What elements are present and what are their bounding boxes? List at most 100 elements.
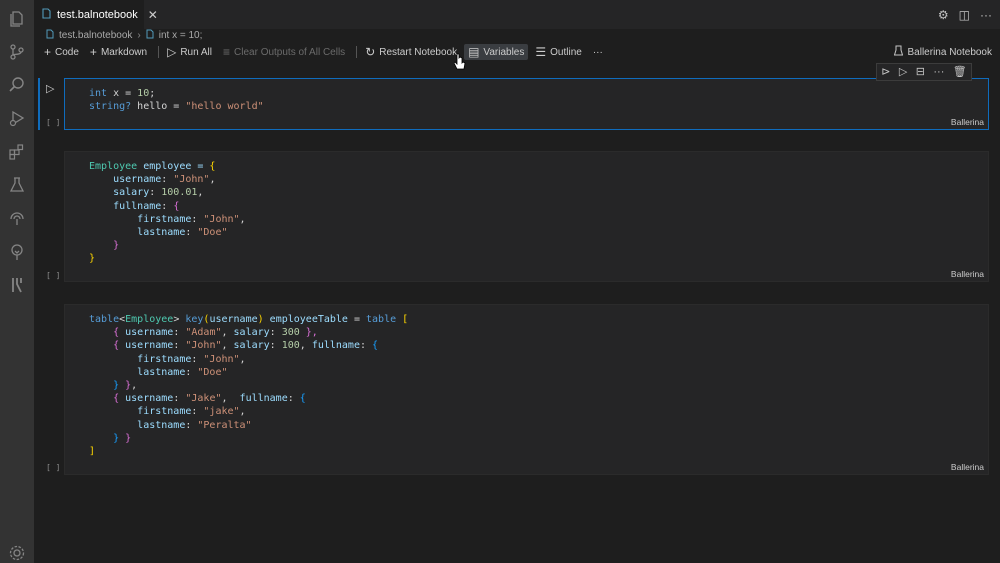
- clear-all-icon: ≡: [223, 45, 231, 59]
- split-editor-icon[interactable]: ◫: [959, 8, 970, 22]
- tree-icon[interactable]: [0, 237, 34, 267]
- breadcrumb-file[interactable]: test.balnotebook: [59, 30, 132, 41]
- editor-actions: ⚙ ◫ ···: [938, 0, 992, 29]
- execute-below-icon[interactable]: ▷: [899, 66, 907, 78]
- code-token: "hello world": [185, 101, 264, 113]
- code-token: :: [149, 187, 162, 199]
- run-cell-icon[interactable]: ▷: [46, 82, 54, 95]
- notebook-toolbar: + Code + Markdown ▷ Run All ≡ Clear Outp…: [34, 42, 1000, 62]
- gear-icon[interactable]: ⚙: [938, 8, 949, 22]
- variables-button[interactable]: ▤ Variables: [464, 44, 529, 60]
- code-token: username: [125, 340, 174, 352]
- code-token: :: [287, 393, 300, 405]
- code-token: }: [125, 432, 132, 444]
- run-debug-icon[interactable]: [0, 103, 34, 133]
- code-token: "John": [203, 213, 240, 225]
- execution-count: [ ]: [46, 463, 61, 472]
- code-token: fullname: [311, 340, 360, 352]
- source-control-icon[interactable]: [0, 37, 34, 67]
- code-token: :: [191, 213, 204, 225]
- plus-icon: +: [89, 45, 97, 59]
- code-token: salary: [233, 340, 270, 352]
- execution-count: [ ]: [46, 118, 61, 127]
- kernel-label: Ballerina Notebook: [907, 46, 993, 58]
- code-token: :: [191, 406, 204, 418]
- cell-language-label[interactable]: Ballerina: [951, 269, 984, 279]
- code-token: firstname: [137, 353, 192, 365]
- code-token: :: [173, 340, 186, 352]
- code-token: table: [366, 314, 397, 325]
- extensions-icon[interactable]: [0, 137, 34, 167]
- add-markdown-cell-button[interactable]: + Markdown: [86, 44, 151, 60]
- search-icon[interactable]: [0, 70, 34, 100]
- editor-tab-bar: test.balnotebook ✕ ⚙ ◫ ···: [34, 0, 1000, 29]
- more-toolbar-button[interactable]: ···: [589, 45, 607, 60]
- breadcrumb: test.balnotebook › int x = 10;: [34, 29, 1000, 42]
- kernel-picker[interactable]: Ballerina Notebook: [893, 42, 993, 62]
- restart-label: Restart Notebook: [379, 46, 458, 58]
- code-token: table: [89, 314, 120, 325]
- code-token: ;: [149, 88, 156, 99]
- more-actions-icon[interactable]: ···: [980, 8, 992, 22]
- code-token: ): [257, 314, 270, 325]
- code-cell-3[interactable]: table<Employee> key(username) employeeTa…: [64, 304, 989, 475]
- restart-icon: ↻: [365, 45, 376, 59]
- ballerina-icon[interactable]: [0, 270, 34, 300]
- more-icon[interactable]: ···: [933, 66, 944, 78]
- close-icon[interactable]: ✕: [148, 8, 158, 22]
- testing-icon[interactable]: [0, 170, 34, 200]
- add-code-cell-button[interactable]: + Code: [40, 44, 83, 60]
- settings-gear-icon[interactable]: [0, 538, 34, 563]
- more-icon: ···: [592, 46, 603, 58]
- code-token: :: [161, 200, 174, 212]
- breadcrumb-cell[interactable]: int x = 10;: [159, 30, 203, 41]
- variables-icon: ▤: [468, 45, 480, 59]
- code-token: 100.01: [161, 187, 198, 199]
- code-token: fullname: [239, 393, 288, 405]
- cell-language-label[interactable]: Ballerina: [951, 117, 984, 127]
- explorer-icon[interactable]: [0, 4, 34, 34]
- code-token: >: [173, 314, 186, 325]
- code-token: },: [299, 327, 318, 339]
- restart-notebook-button[interactable]: ↻ Restart Notebook: [361, 44, 461, 60]
- code-token: firstname: [137, 213, 192, 225]
- code-token: {: [113, 340, 126, 352]
- cell-editor[interactable]: Employee employee = { username: "John", …: [65, 152, 988, 266]
- code-token: firstname: [137, 406, 192, 418]
- toolbar-divider: [158, 46, 160, 58]
- file-icon: [146, 29, 154, 42]
- run-all-label: Run All: [180, 46, 212, 58]
- code-token: lastname: [137, 227, 186, 239]
- code-token: }: [113, 432, 126, 444]
- cell-editor[interactable]: table<Employee> key(username) employeeTa…: [65, 305, 988, 458]
- code-cell-1[interactable]: int x = 10; string? hello = "hello world…: [64, 78, 989, 130]
- split-cell-icon[interactable]: ⊟: [916, 66, 925, 78]
- code-token: {: [299, 393, 306, 405]
- clear-outputs-label: Clear Outputs of All Cells: [234, 46, 346, 58]
- code-token: salary: [233, 327, 270, 339]
- code-token: x =: [107, 88, 138, 99]
- execution-count: [ ]: [46, 271, 61, 280]
- code-token: =: [347, 314, 367, 325]
- code-token: [: [396, 314, 409, 325]
- cell-focus-indicator: [38, 78, 40, 130]
- delete-cell-icon[interactable]: 🗑: [953, 66, 967, 78]
- kernel-icon: [893, 45, 903, 59]
- add-code-label: Code: [55, 46, 79, 58]
- remote-icon[interactable]: [0, 203, 34, 233]
- activity-bar: [0, 0, 34, 563]
- code-token: :: [185, 227, 198, 239]
- run-all-button[interactable]: ▷ Run All: [163, 44, 216, 60]
- code-token: "Doe": [197, 227, 228, 239]
- tab-test-balnotebook[interactable]: test.balnotebook ✕: [34, 0, 158, 29]
- code-cell-2[interactable]: Employee employee = { username: "John", …: [64, 151, 989, 282]
- code-token: {: [113, 393, 126, 405]
- outline-button[interactable]: ☰ Outline: [531, 44, 585, 60]
- code-token: ,: [131, 380, 138, 392]
- cell-language-label[interactable]: Ballerina: [951, 462, 984, 472]
- file-icon: [42, 7, 51, 22]
- code-token: :: [161, 174, 174, 186]
- cell-editor[interactable]: int x = 10; string? hello = "hello world…: [65, 79, 988, 113]
- clear-outputs-button[interactable]: ≡ Clear Outputs of All Cells: [219, 44, 349, 60]
- execute-above-icon[interactable]: ⊳: [881, 66, 890, 78]
